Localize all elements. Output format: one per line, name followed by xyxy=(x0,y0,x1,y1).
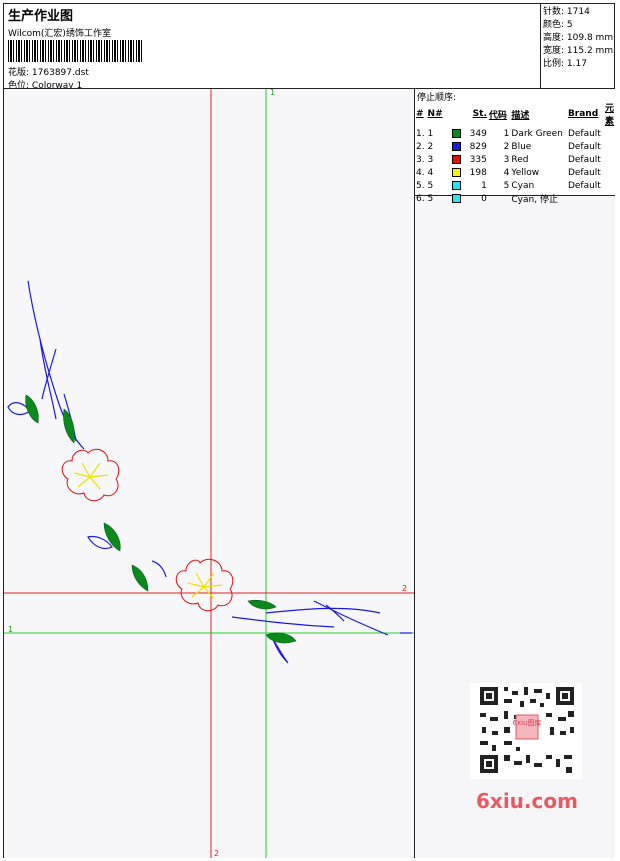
row-index: 5. xyxy=(416,180,425,191)
guide-label-v2: 2 xyxy=(214,849,219,858)
guide-label-h2: 2 xyxy=(402,584,407,593)
stop-sequence-table: # N# St. 代码 描述 Brand 元素 1. 1 349 1 Dark Gree… xyxy=(415,101,615,205)
color-swatch xyxy=(452,180,462,190)
color-swatch xyxy=(452,128,462,138)
row-description: Cyan xyxy=(511,180,535,191)
qr-stamp-text: 6xiu图库 xyxy=(513,718,542,727)
col-number: N# xyxy=(427,109,443,119)
table-row: 1. 1 349 1 Dark Green Default xyxy=(415,127,615,140)
company-name: Wilcom(汇宏)绣饰工作室 xyxy=(8,29,111,39)
row-stitches: 198 xyxy=(469,167,487,178)
info-stitches: 针数: 1714 xyxy=(543,7,590,17)
row-brand: Default xyxy=(567,128,601,139)
row-brand: Default xyxy=(567,167,601,178)
row-swatch xyxy=(451,192,464,205)
row-code: 3 xyxy=(503,154,510,165)
table-row: 2. 2 829 2 Blue Default xyxy=(415,140,615,153)
row-description: Red xyxy=(511,154,529,165)
row-number: 2 xyxy=(427,141,434,152)
color-swatch xyxy=(452,154,462,164)
row-number: 5 xyxy=(427,180,434,191)
row-swatch xyxy=(451,153,464,166)
col-code: 代码 xyxy=(488,110,507,121)
info-scale: 比例: 1.17 xyxy=(543,59,587,69)
row-stitches: 335 xyxy=(469,154,487,165)
row-index: 3. xyxy=(416,154,425,165)
guide-label-v1: 1 xyxy=(270,89,275,97)
row-code: 5 xyxy=(503,180,510,191)
col-brand: Brand xyxy=(567,109,599,119)
page-title: 生产作业图 xyxy=(8,9,74,24)
table-row: 6. 5 0 Cyan, 停止 xyxy=(415,192,615,205)
row-index: 2. xyxy=(416,141,425,152)
row-stitches: 1 xyxy=(481,180,487,191)
row-description: Blue xyxy=(511,141,532,152)
table-row: 4. 4 198 4 Yellow Default xyxy=(415,166,615,179)
row-index: 4. xyxy=(416,167,425,178)
barcode xyxy=(8,40,144,62)
table-header-row: # N# St. 代码 描述 Brand 元素 xyxy=(415,101,615,127)
row-stitches: 829 xyxy=(469,141,487,152)
guide-label-h1: 1 xyxy=(8,625,13,634)
row-swatch xyxy=(451,140,464,153)
row-description: Yellow xyxy=(511,167,540,178)
color-swatch xyxy=(452,167,462,177)
design-label: 花版: xyxy=(8,68,30,78)
col-description: 描述 xyxy=(511,110,530,121)
col-element: 元素 xyxy=(604,104,614,127)
design-canvas: 1 2 1 2 xyxy=(4,89,414,858)
row-index: 1. xyxy=(416,128,425,139)
row-index: 6. xyxy=(416,193,425,204)
row-brand: Default xyxy=(567,154,601,165)
row-number: 4 xyxy=(427,167,434,178)
row-swatch xyxy=(451,127,464,140)
row-brand: Default xyxy=(567,141,601,152)
side-panel: 停止顺序: # N# St. 代码 描述 Brand 元素 1. 1 349 1 Dar… xyxy=(415,89,615,858)
row-code: 2 xyxy=(503,141,510,152)
blue-stems xyxy=(7,280,412,664)
row-code: 1 xyxy=(503,128,510,139)
row-swatch xyxy=(451,166,464,179)
row-description: Cyan, 停止 xyxy=(511,195,558,205)
col-swatch xyxy=(451,101,464,127)
row-number: 1 xyxy=(427,128,434,139)
table-row: 3. 3 335 3 Red Default xyxy=(415,153,615,166)
design-value: 1763897.dst xyxy=(31,68,89,78)
row-stitches: 349 xyxy=(469,128,487,139)
col-stitches: St. xyxy=(472,109,487,119)
qr-code: 6xiu图库 xyxy=(470,683,582,779)
row-description: Dark Green xyxy=(511,128,563,139)
row-code xyxy=(488,192,511,205)
design-line: 花版: 1763897.dst xyxy=(8,65,89,78)
stop-sequence-box: 停止顺序: # N# St. 代码 描述 Brand 元素 1. 1 349 1 Dar… xyxy=(415,89,615,205)
color-swatch xyxy=(452,193,462,203)
header-block: 生产作业图 Wilcom(汇宏)绣饰工作室 花版: 1763897.dst 色位… xyxy=(4,4,538,91)
embroidery-drawing: 1 2 1 2 xyxy=(4,89,414,858)
row-number: 3 xyxy=(427,154,434,165)
row-brand xyxy=(567,192,604,205)
green-leaves xyxy=(25,394,297,644)
info-colors: 颜色: 5 xyxy=(543,20,573,30)
row-swatch xyxy=(451,179,464,192)
flower-lower xyxy=(175,558,234,612)
info-width: 宽度: 115.2 mm xyxy=(543,46,614,56)
table-row: 5. 5 1 5 Cyan Default xyxy=(415,179,615,192)
row-brand: Default xyxy=(567,180,601,191)
watermark: 6xiu.com xyxy=(476,789,578,813)
info-panel: 针数: 1714 颜色: 5 高度: 109.8 mm 宽度: 115.2 mm… xyxy=(540,4,615,88)
info-height: 高度: 109.8 mm xyxy=(543,33,614,43)
row-code: 4 xyxy=(503,167,510,178)
row-number: 5 xyxy=(427,193,434,204)
row-stitches: 0 xyxy=(481,193,487,204)
flower-upper xyxy=(61,448,120,502)
stop-sequence-rows: 1. 1 349 1 Dark Green Default 2. 2 829 2 Blue Defau… xyxy=(415,127,615,205)
col-index: # xyxy=(416,109,424,119)
color-swatch xyxy=(452,141,462,151)
